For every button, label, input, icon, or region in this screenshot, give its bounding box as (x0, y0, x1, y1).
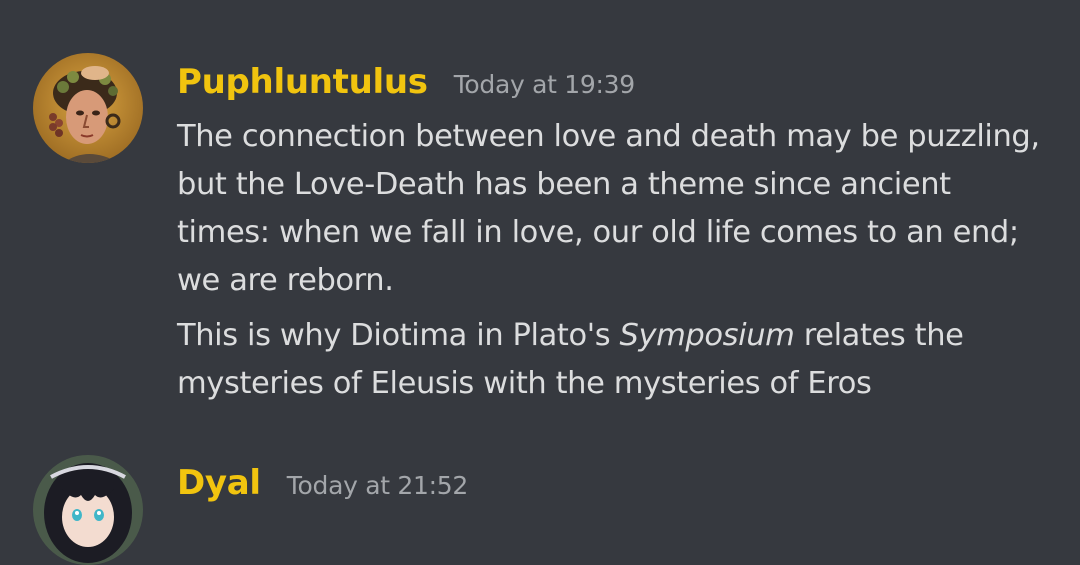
anime-girl-avatar-icon (33, 455, 143, 565)
avatar[interactable] (33, 53, 143, 163)
avatar[interactable] (33, 455, 143, 565)
book-title-emphasis: Symposium (619, 318, 795, 353)
timestamp[interactable]: Today at 19:39 (454, 70, 635, 99)
byzantine-mosaic-portrait-avatar-icon (33, 53, 143, 163)
message-header: Dyal Today at 21:52 (177, 463, 468, 503)
username[interactable]: Dyal (177, 463, 261, 503)
timestamp[interactable]: Today at 21:52 (287, 471, 468, 500)
username[interactable]: Puphluntulus (177, 62, 428, 102)
message-header: Puphluntulus Today at 19:39 (177, 62, 635, 102)
message-paragraph: This is why Diotima in Plato's Symposium… (177, 312, 1047, 408)
message-content: The connection between love and death ma… (177, 113, 1047, 408)
message-paragraph: The connection between love and death ma… (177, 119, 1040, 298)
paragraph-text: This is why Diotima in Plato's (177, 318, 620, 353)
